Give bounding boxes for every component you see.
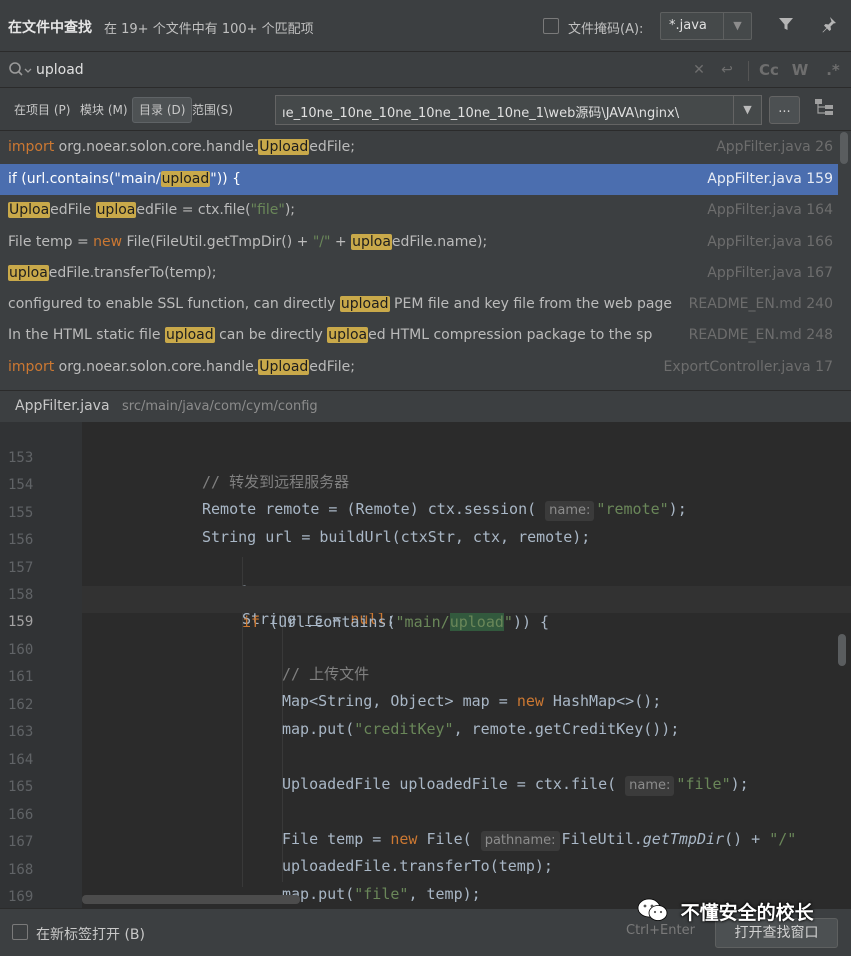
divider — [748, 61, 749, 81]
result-text: In the HTML static file upload can be di… — [8, 327, 653, 343]
result-location: ExportController.java 17 — [661, 352, 833, 382]
tab-scope[interactable]: 范围(S) — [186, 97, 239, 123]
result-text: import org.noear.solon.core.handle.Uploa… — [8, 359, 355, 375]
result-text: File temp = new File(FileUtil.getTmpDir(… — [8, 234, 488, 250]
directory-combo[interactable]: ıe_10ne_10ne_10ne_10ne_10ne_10ne_1\web源码… — [275, 95, 762, 125]
replace-newline-icon[interactable]: ↩ — [716, 60, 738, 80]
search-bar: ✕ ↩ Cc W .* — [0, 53, 851, 88]
filter-icon[interactable] — [775, 15, 797, 37]
watermark: 不懂安全的校长 — [636, 897, 814, 925]
result-location: AppFilter.java 159 — [705, 164, 833, 195]
new-tab-checkbox[interactable] — [12, 924, 28, 940]
shortcut-hint: Ctrl+Enter — [626, 923, 695, 938]
file-mask-value: *.java — [669, 18, 707, 33]
file-mask-label: 文件掩码(A): — [568, 22, 644, 37]
chevron-down-icon[interactable]: ▼ — [733, 96, 761, 124]
result-text: uploaedFile.transferTo(temp); — [8, 265, 217, 281]
code-line: 155 String url = buildUrl(ctxStr, ctx, r… — [0, 477, 851, 546]
results-list: import org.noear.solon.core.handle.Uploa… — [0, 132, 838, 382]
result-location: AppFilter.java 167 — [705, 258, 833, 289]
file-mask-checkbox[interactable] — [543, 18, 559, 34]
code-line: 156 — [0, 504, 851, 548]
code-line: 166 File temp = new File( pathname: FileU… — [0, 779, 851, 851]
tab-project[interactable]: 在项目 (P) — [8, 97, 76, 123]
code-line: 158 String rs = null; — [0, 559, 851, 628]
result-location: README_EN.md 248 — [686, 320, 833, 351]
preview-file-path: src/main/java/com/cym/config — [122, 399, 318, 414]
code-line: 159 — [0, 586, 82, 630]
result-row[interactable]: import org.noear.solon.core.handle.Uploa… — [0, 352, 838, 382]
clear-icon[interactable]: ✕ — [691, 60, 707, 80]
dialog-title: 在文件中查找 — [8, 20, 92, 36]
result-row[interactable]: UploaedFile uploaedFile = ctx.file("file… — [0, 195, 838, 226]
match-case-icon[interactable]: Cc — [757, 60, 781, 80]
result-text: import org.noear.solon.core.handle.Uploa… — [8, 139, 355, 155]
code-line: 161 Map<String, Object> map = new HashMa… — [0, 641, 851, 710]
code-line-current: if (url.contains("main/upload")) { — [82, 586, 851, 631]
result-text: UploaedFile uploaedFile = ctx.file("file… — [8, 202, 296, 218]
new-tab-label: 在新标签打开 (B) — [36, 927, 145, 943]
result-row[interactable]: import org.noear.solon.core.handle.Uploa… — [0, 132, 838, 163]
scope-row: 在项目 (P) 模块 (M) 目录 (D) 范围(S) ıe_10ne_10ne… — [0, 89, 851, 131]
result-row[interactable]: configured to enable SSL function, can d… — [0, 289, 838, 320]
tab-directory[interactable]: 目录 (D) — [132, 97, 193, 123]
code-line: 168 map.put("file", temp); — [0, 834, 851, 903]
code-line: 162 map.put("creditKey", remote.getCredi… — [0, 669, 851, 738]
results-scrollbar[interactable] — [840, 132, 848, 164]
wechat-icon — [637, 898, 668, 921]
result-location: AppFilter.java 26 — [714, 132, 833, 163]
code-line: 164 UploadedFile uploadedFile = ctx.file… — [0, 724, 851, 796]
chevron-down-icon[interactable]: ▼ — [723, 13, 751, 39]
result-text: if (url.contains("main/upload")) { — [8, 171, 241, 187]
code-line: 154 Remote remote = (Remote) ctx.session… — [0, 449, 851, 521]
result-location: AppFilter.java 166 — [705, 227, 833, 258]
pin-icon[interactable] — [818, 15, 840, 37]
directory-path: ıe_10ne_10ne_10ne_10ne_10ne_10ne_1\web源码… — [282, 106, 680, 121]
result-row[interactable]: In the HTML static file upload can be di… — [0, 320, 838, 351]
code-line: 169 — [0, 861, 851, 905]
search-input[interactable] — [36, 59, 676, 81]
code-line: 160 // 上传文件 — [0, 614, 851, 683]
code-preview[interactable]: 153 // 转发到远程服务器 154 Remote remote = (Rem… — [0, 422, 851, 908]
match-count-summary: 在 19+ 个文件中有 100+ 个匹配项 — [104, 22, 314, 37]
watermark-text: 不懂安全的校长 — [680, 902, 814, 924]
directory-tree-icon[interactable] — [810, 97, 838, 123]
code-line: 163 — [0, 696, 851, 740]
preview-file-bar: AppFilter.java src/main/java/com/cym/con… — [0, 390, 851, 422]
result-row-selected[interactable]: if (url.contains("main/upload")) { AppFi… — [0, 164, 838, 195]
code-line: 157 try { — [0, 532, 851, 601]
code-line: 165 — [0, 751, 851, 795]
code-line: 153 // 转发到远程服务器 — [0, 422, 851, 491]
result-text: configured to enable SSL function, can d… — [8, 296, 672, 312]
code-line: 167 uploadedFile.transferTo(temp); — [0, 806, 851, 875]
browse-button[interactable]: ... — [769, 96, 800, 124]
search-icon[interactable] — [8, 61, 32, 79]
result-row[interactable]: File temp = new File(FileUtil.getTmpDir(… — [0, 227, 838, 258]
editor-scrollbar[interactable] — [838, 634, 846, 666]
result-row[interactable]: uploaedFile.transferTo(temp); AppFilter.… — [0, 258, 838, 289]
result-location: AppFilter.java 164 — [705, 195, 833, 226]
editor-horizontal-scrollbar[interactable] — [82, 895, 300, 904]
result-location: README_EN.md 240 — [686, 289, 833, 320]
find-in-files-header: 在文件中查找 在 19+ 个文件中有 100+ 个匹配项 文件掩码(A): *.… — [0, 0, 851, 52]
regex-icon[interactable]: .* — [824, 60, 842, 80]
preview-file-name: AppFilter.java — [15, 398, 110, 414]
whole-words-icon[interactable]: W — [790, 60, 810, 80]
file-mask-combo[interactable]: *.java ▼ — [660, 12, 752, 40]
tab-module[interactable]: 模块 (M) — [74, 97, 134, 123]
